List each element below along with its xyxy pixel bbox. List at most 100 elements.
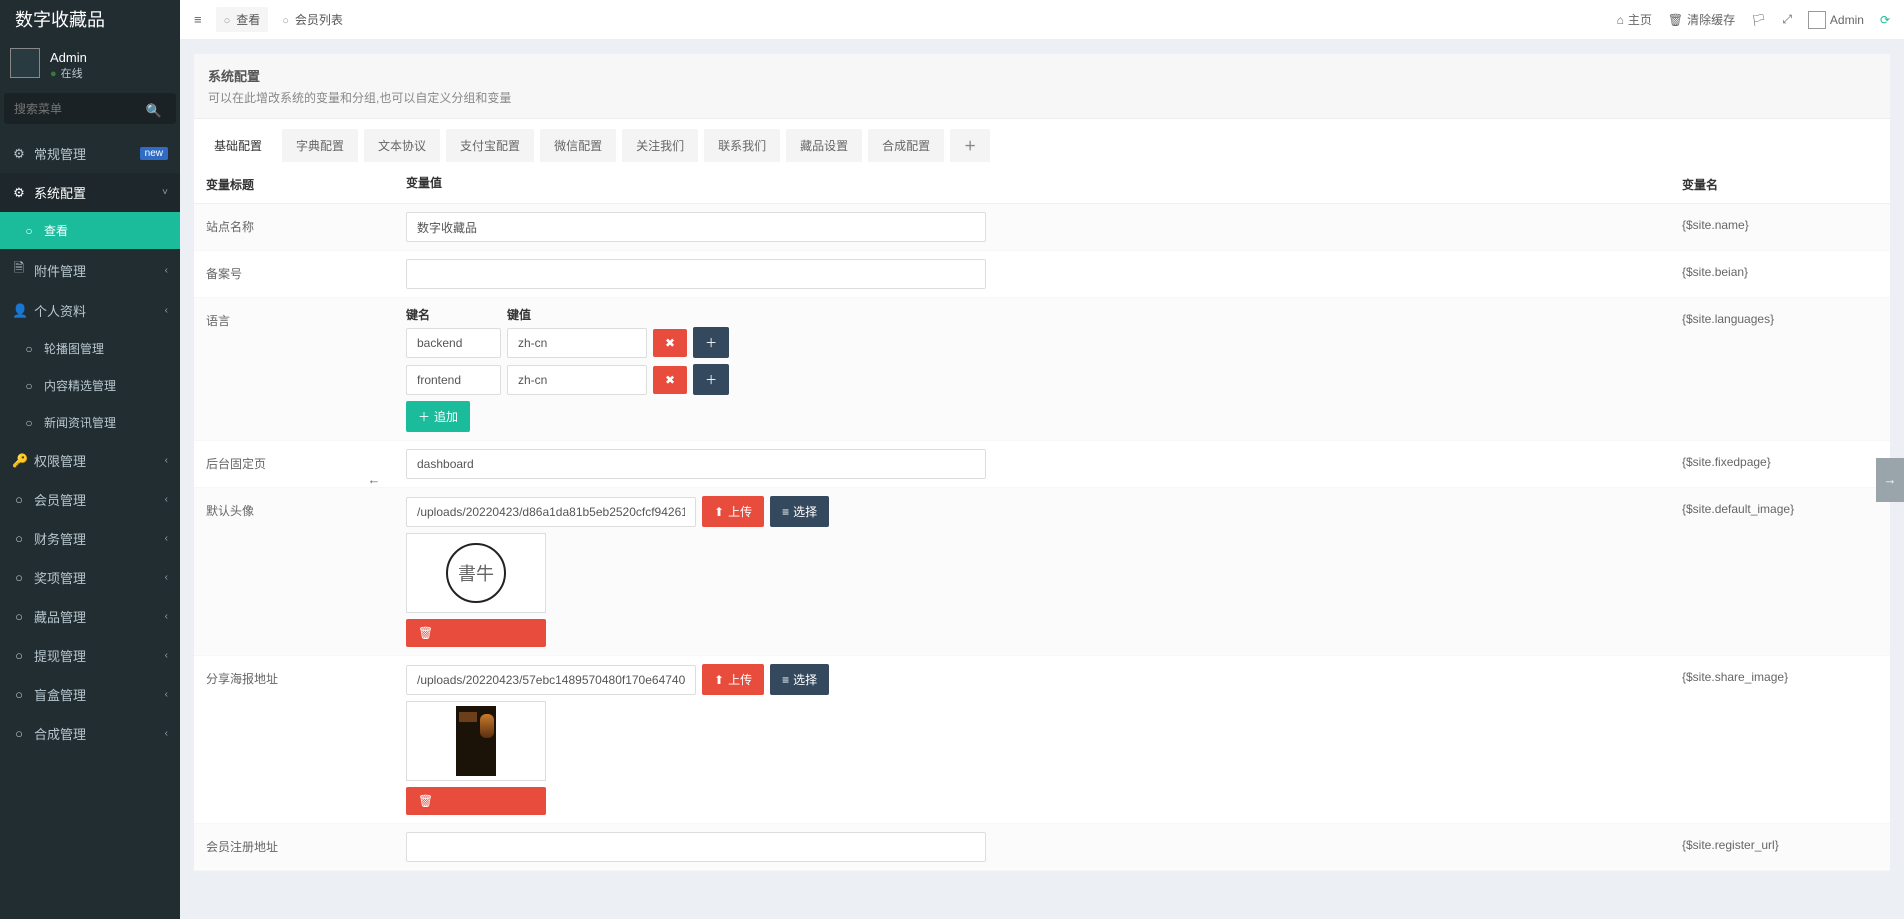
sidebar-item-5[interactable]: ○ 轮播图管理 <box>0 330 180 367</box>
config-table: 变量标题 变量值 变量名 站点名称 {$site.name} <box>194 162 1890 871</box>
sidebar-item-8[interactable]: 🔑权限管理‹ <box>0 441 180 480</box>
config-tab-7[interactable]: 藏品设置 <box>786 129 862 162</box>
lang-val-header: 键值 <box>507 306 647 323</box>
defaultimage-select-button[interactable]: ≡ 选择 <box>770 496 829 527</box>
defaultimage-delete-button[interactable]: 🗑 <box>406 619 546 647</box>
sidebar-item-0[interactable]: ⚙常规管理new <box>0 134 180 173</box>
chevron-left-icon: ‹ <box>165 650 168 661</box>
upload-label-2: 上传 <box>728 671 752 688</box>
config-tabs: 基础配置字典配置文本协议支付宝配置微信配置关注我们联系我们藏品设置合成配置＋ <box>194 119 1890 162</box>
defaultimage-input[interactable] <box>406 497 696 527</box>
chevron-left-icon: ‹ <box>165 689 168 700</box>
sidebar-item-3[interactable]: 🗎附件管理‹ <box>0 249 180 291</box>
menu-search[interactable]: 🔍 <box>4 93 176 124</box>
menu-icon: ○ <box>22 416 36 430</box>
sidebar-item-9[interactable]: ○会员管理‹ <box>0 480 180 519</box>
user-avatar[interactable] <box>10 48 40 78</box>
sidebar-item-4[interactable]: 👤个人资料‹ <box>0 291 180 330</box>
lang-add-button[interactable]: ＋追加 <box>406 401 470 432</box>
sidebar-item-label: 常规管理 <box>34 144 86 163</box>
row-shareimage-label: 分享海报地址 <box>194 656 394 824</box>
home-label: 主页 <box>1628 11 1652 28</box>
menu-icon: ○ <box>22 224 36 238</box>
menu-icon: ⚙ <box>12 146 26 162</box>
sidebar-item-label: 新闻资讯管理 <box>44 414 116 431</box>
lang-key-0[interactable] <box>406 328 501 358</box>
menu-icon: ○ <box>12 531 26 546</box>
config-tab-5[interactable]: 关注我们 <box>622 129 698 162</box>
sidebar-item-11[interactable]: ○奖项管理‹ <box>0 558 180 597</box>
lang-add-inline-0[interactable]: ＋ <box>693 327 729 358</box>
sidebar-item-10[interactable]: ○财务管理‹ <box>0 519 180 558</box>
panel-title: 系统配置 <box>208 66 1876 85</box>
config-tab-add[interactable]: ＋ <box>950 129 990 162</box>
config-tab-1[interactable]: 字典配置 <box>282 129 358 162</box>
fixedpage-input[interactable] <box>406 449 986 479</box>
shareimage-thumb[interactable] <box>406 701 546 781</box>
sidebar: 数字收藏品 Admin 在线 🔍 ⚙常规管理new⚙系统配置˅○查看🗎附件管理‹… <box>0 0 180 919</box>
main-area: ≡ 查看 会员列表 ⌂ 主页 🗑 清除缓存 🏳 ⤢ Admin ⟳ 系统配置 可… <box>180 0 1904 919</box>
sidebar-item-label: 查看 <box>44 222 68 239</box>
beian-input[interactable] <box>406 259 986 289</box>
defaultimage-thumb[interactable]: 書牛 <box>406 533 546 613</box>
chevron-left-icon: ‹ <box>165 533 168 544</box>
lang-remove-1[interactable]: ✖ <box>653 366 687 394</box>
shareimage-delete-button[interactable]: 🗑 <box>406 787 546 815</box>
language-toggle[interactable]: 🏳 <box>1751 13 1766 27</box>
config-tab-6[interactable]: 联系我们 <box>704 129 780 162</box>
lang-remove-0[interactable]: ✖ <box>653 329 687 357</box>
fullscreen-toggle[interactable]: ⤢ <box>1782 12 1792 27</box>
defaultimage-upload-button[interactable]: ⬆ 上传 <box>702 496 764 527</box>
config-tab-4[interactable]: 微信配置 <box>540 129 616 162</box>
menu-icon: ○ <box>12 570 26 585</box>
menu-icon: ○ <box>12 609 26 624</box>
menu-icon: 🗎 <box>12 259 26 281</box>
sidebar-item-14[interactable]: ○盲盒管理‹ <box>0 675 180 714</box>
sidebar-item-label: 轮播图管理 <box>44 340 104 357</box>
user-menu[interactable]: Admin <box>1808 11 1864 29</box>
sidebar-item-label: 个人资料 <box>34 301 86 320</box>
shareimage-select-button[interactable]: ≡ 选择 <box>770 664 829 695</box>
lang-add-inline-1[interactable]: ＋ <box>693 364 729 395</box>
config-tab-0[interactable]: 基础配置 <box>200 129 276 162</box>
sidebar-item-12[interactable]: ○藏品管理‹ <box>0 597 180 636</box>
sidebar-item-7[interactable]: ○ 新闻资讯管理 <box>0 404 180 441</box>
refresh-icon[interactable]: ⟳ <box>1880 13 1890 27</box>
sidebar-item-6[interactable]: ○内容精选管理 <box>0 367 180 404</box>
prev-page-arrow[interactable]: ← <box>360 458 388 502</box>
shareimage-input[interactable] <box>406 665 696 695</box>
row-beian-var: {$site.beian} <box>1670 251 1890 298</box>
row-fixedpage-var: {$site.fixedpage} <box>1670 441 1890 488</box>
shareimage-upload-button[interactable]: ⬆ 上传 <box>702 664 764 695</box>
lang-val-0[interactable] <box>507 328 647 358</box>
th-name: 变量名 <box>1670 162 1890 204</box>
sidebar-item-1[interactable]: ⚙系统配置˅ <box>0 173 180 212</box>
config-tab-8[interactable]: 合成配置 <box>868 129 944 162</box>
menu-icon: ○ <box>22 342 36 356</box>
sidebar-item-13[interactable]: ○提现管理‹ <box>0 636 180 675</box>
chevron-left-icon: ‹ <box>165 494 168 505</box>
lang-add-label: 追加 <box>434 408 458 425</box>
config-tab-2[interactable]: 文本协议 <box>364 129 440 162</box>
topbar-tab-0[interactable]: 查看 <box>216 7 269 32</box>
lang-val-1[interactable] <box>507 365 647 395</box>
toggle-sidebar-button[interactable]: ≡ <box>194 12 202 27</box>
menu-search-input[interactable] <box>14 102 166 116</box>
sidebar-item-2[interactable]: ○ 查看 <box>0 212 180 249</box>
registerurl-input[interactable] <box>406 832 986 862</box>
sidebar-item-15[interactable]: ○合成管理‹ <box>0 714 180 753</box>
search-icon[interactable]: 🔍 <box>146 103 162 119</box>
lang-key-1[interactable] <box>406 365 501 395</box>
chevron-left-icon: ‹ <box>165 572 168 583</box>
clear-cache-label: 清除缓存 <box>1687 11 1735 28</box>
menu-icon: ○ <box>12 648 26 663</box>
home-link[interactable]: ⌂ 主页 <box>1617 11 1652 28</box>
topbar-tab-1[interactable]: 会员列表 <box>274 7 351 32</box>
config-tab-3[interactable]: 支付宝配置 <box>446 129 534 162</box>
chevron-left-icon: ‹ <box>165 611 168 622</box>
row-registerurl-label: 会员注册地址 <box>194 824 394 871</box>
next-page-arrow[interactable]: → <box>1876 458 1904 502</box>
site-name-input[interactable] <box>406 212 986 242</box>
chevron-left-icon: ‹ <box>165 455 168 466</box>
clear-cache-button[interactable]: 🗑 清除缓存 <box>1668 11 1735 28</box>
